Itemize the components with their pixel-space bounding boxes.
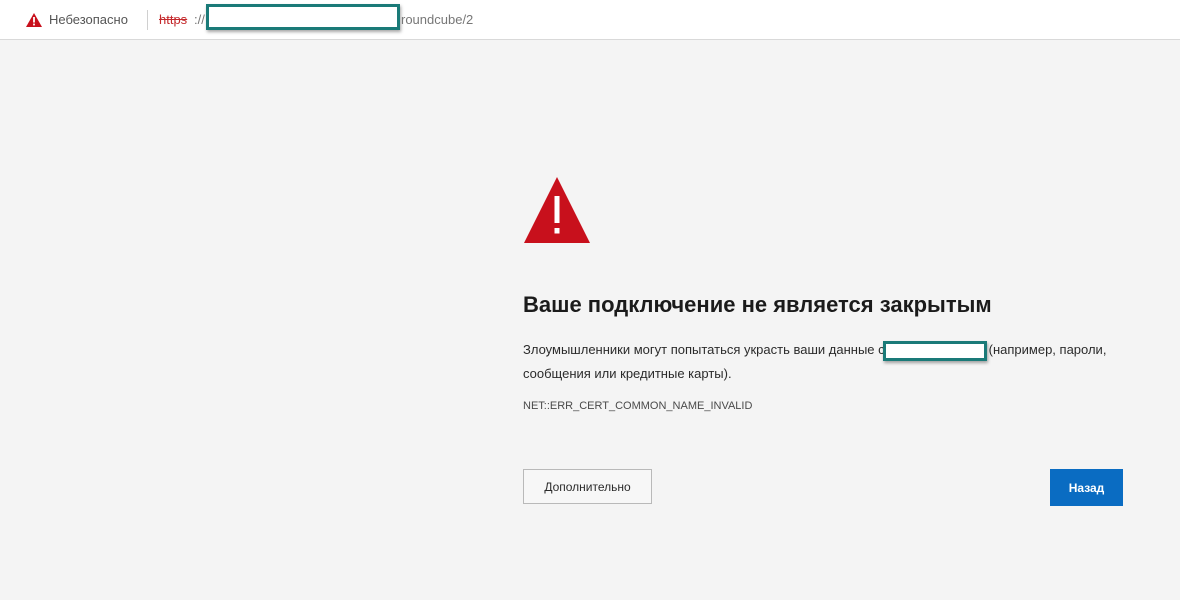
address-bar: Небезопасно https :// roundcube/2 <box>0 0 1180 40</box>
warning-triangle-icon[interactable] <box>25 12 43 28</box>
description-text-start: Злоумышленники могут попытаться украсть … <box>523 342 885 357</box>
back-button[interactable]: Назад <box>1050 469 1123 506</box>
divider <box>147 10 148 30</box>
url-path[interactable]: roundcube/2 <box>401 12 473 28</box>
url-separator[interactable]: :// <box>194 12 205 28</box>
page-title: Ваше подключение не является закрытым <box>523 292 992 317</box>
advanced-button[interactable]: Дополнительно <box>523 469 652 504</box>
security-status-label[interactable]: Небезопасно <box>49 12 128 28</box>
warning-triangle-icon <box>523 176 591 244</box>
redacted-host <box>882 340 987 361</box>
error-description: Злоумышленники могут попытаться украсть … <box>523 338 1123 386</box>
url-scheme[interactable]: https <box>159 12 187 28</box>
omnibox[interactable]: Небезопасно https :// roundcube/2 <box>8 4 1160 36</box>
redacted-host <box>206 4 400 30</box>
error-code: NET::ERR_CERT_COMMON_NAME_INVALID <box>523 400 753 412</box>
